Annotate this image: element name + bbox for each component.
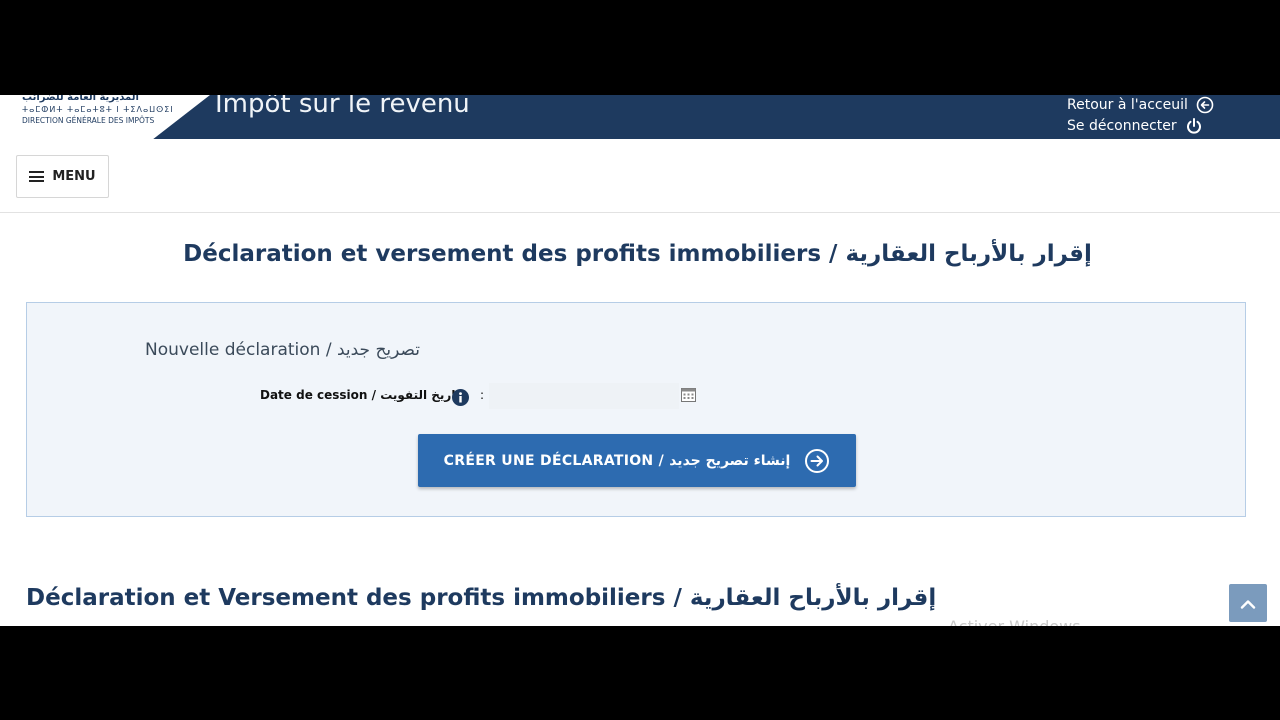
create-declaration-button[interactable]: CRÉER UNE DÉCLARATION / إنشاء تصريح جديد [418,434,856,487]
browser-viewport: المديرية العامة للضرائب ⵜⴰⵎⵀⵍⵜ ⵜⴰⵎⴰⵜⵓⵜ ⵏ… [0,95,1280,626]
create-declaration-label: CRÉER UNE DÉCLARATION / إنشاء تصريح جديد [443,452,791,469]
new-declaration-panel: Nouvelle déclaration / تصريح جديد Date d… [26,302,1246,517]
scroll-to-top-button[interactable] [1229,584,1267,622]
field-colon: : [480,388,485,402]
chevron-up-icon [1240,594,1256,613]
logout-link-label: Se déconnecter [1067,118,1177,134]
date-cession-label: Date de cession / تاريخ التفويت [260,388,461,402]
arrow-right-circle-icon [804,448,830,474]
logout-link[interactable]: Se déconnecter [1067,117,1203,135]
info-icon[interactable] [452,389,469,406]
power-icon [1185,117,1203,135]
menu-label: MENU [52,169,96,184]
windows-activation-watermark: Activer Windows [948,617,1081,626]
menu-divider [0,212,1280,213]
logo-arabic-text: المديرية العامة للضرائب [22,95,139,103]
home-link[interactable]: Retour à l'acceuil [1067,96,1214,114]
app-title: Impôt sur le revenu [215,95,470,119]
home-link-label: Retour à l'acceuil [1067,97,1188,113]
section-title: Déclaration et Versement des profits imm… [26,585,937,611]
dgi-logo[interactable]: المديرية العامة للضرائب ⵜⴰⵎⵀⵍⵜ ⵜⴰⵎⴰⵜⵓⵜ ⵏ… [0,95,210,139]
hamburger-icon [29,171,45,182]
logo-french-text: DIRECTION GÉNÉRALE DES IMPÔTS [22,116,155,125]
panel-heading: Nouvelle déclaration / تصريح جديد [145,340,421,360]
arrow-left-circle-icon [1196,96,1214,114]
logo-tifinagh-text: ⵜⴰⵎⵀⵍⵜ ⵜⴰⵎⴰⵜⵓⵜ ⵏ ⵜⵉⴷⴰⵡⵙⵉⵏ [22,105,174,114]
menu-button[interactable]: MENU [16,155,109,198]
page-title: Déclaration et versement des profits imm… [183,241,1092,267]
calendar-icon[interactable] [681,387,696,402]
date-cession-input[interactable] [489,383,679,409]
site-header: المديرية العامة للضرائب ⵜⴰⵎⵀⵍⵜ ⵜⴰⵎⴰⵜⵓⵜ ⵏ… [0,95,1280,139]
